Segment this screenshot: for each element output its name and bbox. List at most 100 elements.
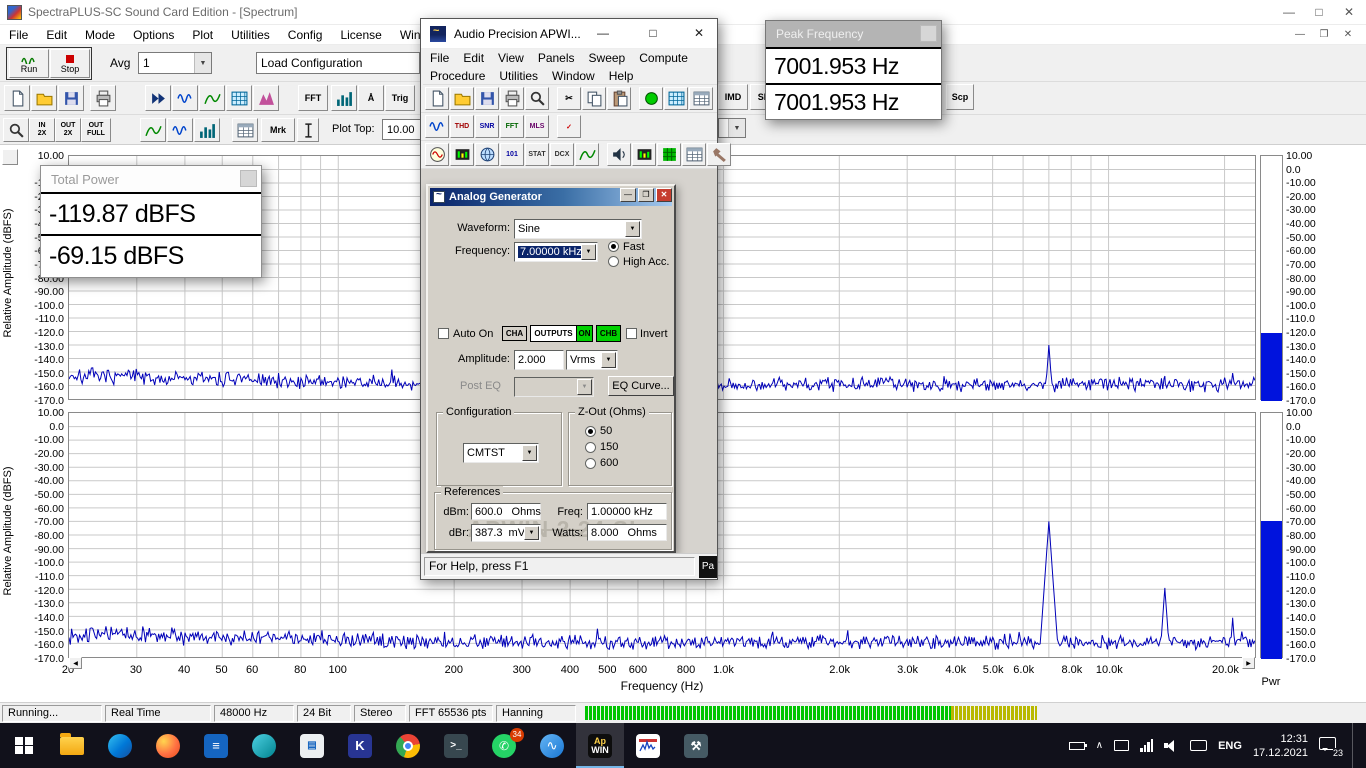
data-editor-button[interactable]: [682, 143, 706, 166]
spectrogram-view-button[interactable]: [226, 85, 252, 111]
octave-bars-view-button[interactable]: [331, 85, 357, 111]
time-series-view-button[interactable]: [172, 85, 198, 111]
cut-button[interactable]: ✂: [557, 87, 581, 110]
open-file-button[interactable]: [450, 87, 474, 110]
mls-panel-button[interactable]: MLS: [525, 115, 549, 138]
phase-view-button[interactable]: [199, 85, 225, 111]
ap-menu-procedure[interactable]: Procedure: [423, 69, 492, 83]
speaker-monitor-button[interactable]: [607, 143, 631, 166]
trigger-options-button[interactable]: Trig: [385, 85, 415, 111]
close-button[interactable]: ✕: [1334, 0, 1364, 25]
amplitude-input[interactable]: 2.000: [514, 350, 564, 370]
touch-keyboard-icon[interactable]: [1190, 740, 1207, 751]
run-test-button[interactable]: [639, 87, 663, 110]
display-mode-combo[interactable]: ▼: [718, 118, 746, 138]
ap-menu-compute[interactable]: Compute: [632, 51, 695, 65]
zoom-tool-button[interactable]: [3, 118, 29, 142]
taskbar-utility[interactable]: ⚒: [672, 723, 720, 768]
paste-button[interactable]: [607, 87, 631, 110]
child-restore-button[interactable]: ❐: [1312, 26, 1336, 44]
taskbar-chrome[interactable]: [384, 723, 432, 768]
ap-menu-window[interactable]: Window: [545, 69, 602, 83]
taskbar-app-k[interactable]: K: [336, 723, 384, 768]
taskbar-messaging[interactable]: ✆34: [480, 723, 528, 768]
new-file-button[interactable]: [4, 85, 30, 111]
status-panel-button[interactable]: STAT: [525, 143, 549, 166]
menu-file[interactable]: File: [0, 28, 37, 42]
taskbar-apwin[interactable]: ApWIN: [576, 723, 624, 768]
watts-input[interactable]: 8.000 Ohms: [587, 524, 667, 541]
menu-utilities[interactable]: Utilities: [222, 28, 279, 42]
generator-panel-button[interactable]: [425, 143, 449, 166]
taskbar-app-dark[interactable]: >_: [432, 723, 480, 768]
restore-button[interactable]: ❐: [638, 188, 654, 202]
print-preview-button[interactable]: [525, 87, 549, 110]
outputs-button[interactable]: OUTPUTS: [530, 325, 577, 342]
minimize-button[interactable]: —: [593, 26, 613, 40]
channel-b-button[interactable]: CHB: [596, 325, 621, 342]
show-desktop-button[interactable]: [1352, 723, 1358, 768]
invert-checkbox[interactable]: [626, 328, 637, 339]
taskbar-app-teal[interactable]: [240, 723, 288, 768]
save-file-button[interactable]: [58, 85, 84, 111]
waveform-combo[interactable]: Sine ▼: [514, 219, 642, 239]
scope-button[interactable]: Scp: [946, 84, 974, 110]
minimize-button[interactable]: —: [620, 188, 636, 202]
taskbar-app-blue[interactable]: ≡: [192, 723, 240, 768]
data-grid-button[interactable]: [657, 143, 681, 166]
maximize-button[interactable]: □: [1304, 0, 1334, 25]
ap-menu-edit[interactable]: Edit: [456, 51, 491, 65]
dbm-input[interactable]: 600.0 Ohms: [471, 503, 541, 520]
window-options-button[interactable]: [240, 170, 257, 187]
network-icon[interactable]: [1140, 739, 1153, 752]
new-file-button[interactable]: [425, 87, 449, 110]
sweep-check-button[interactable]: ✓: [557, 115, 581, 138]
menu-plot[interactable]: Plot: [183, 28, 222, 42]
ap-menu-help[interactable]: Help: [602, 69, 641, 83]
taskbar-backup-app[interactable]: ▤: [288, 723, 336, 768]
dbr-combo[interactable]: 387.3 mV ▼: [471, 524, 541, 542]
menu-mode[interactable]: Mode: [76, 28, 124, 42]
z-out-radio-150[interactable]: [585, 442, 596, 453]
sweep-panel-button[interactable]: [575, 143, 599, 166]
ap-menu-utilities[interactable]: Utilities: [492, 69, 545, 83]
frequency-combo[interactable]: 7.00000 kHz ▼: [514, 242, 598, 262]
ap-menu-panels[interactable]: Panels: [531, 51, 582, 65]
zoom-in-2x-button[interactable]: IN2X: [29, 118, 55, 142]
zoom-out-2x-button[interactable]: OUT2X: [55, 118, 81, 142]
settling-panel-button[interactable]: [475, 143, 499, 166]
menu-edit[interactable]: Edit: [37, 28, 76, 42]
run-button[interactable]: Run: [9, 49, 49, 78]
dcx-panel-button[interactable]: DCX: [550, 143, 574, 166]
ap-menu-sweep[interactable]: Sweep: [582, 51, 633, 65]
stop-button[interactable]: Stop: [50, 49, 90, 78]
total-power-title-bar[interactable]: Total Power: [41, 166, 261, 192]
fft-options-button[interactable]: FFT: [298, 85, 328, 111]
taskbar-spectraplus[interactable]: [624, 723, 672, 768]
cursor-tool-button[interactable]: [297, 118, 319, 142]
open-file-button[interactable]: [31, 85, 57, 111]
child-close-button[interactable]: ✕: [1336, 26, 1360, 44]
surface-view-button[interactable]: [253, 85, 279, 111]
snr-panel-button[interactable]: SNR: [475, 115, 499, 138]
peak-hold-curve-button[interactable]: [140, 118, 166, 142]
volume-icon[interactable]: [1164, 740, 1179, 752]
print-button[interactable]: [90, 85, 116, 111]
fft-panel-button[interactable]: FFT: [500, 115, 524, 138]
imd-button[interactable]: IMD: [718, 84, 748, 110]
analog-generator-panel-button[interactable]: [425, 115, 449, 138]
panel-grid-button[interactable]: [664, 87, 688, 110]
ap-menu-file[interactable]: File: [423, 51, 456, 65]
monitor-icon[interactable]: [1114, 740, 1129, 751]
print-button[interactable]: [500, 87, 524, 110]
close-button[interactable]: ✕: [689, 26, 709, 40]
copy-button[interactable]: [582, 87, 606, 110]
speed-radio-fast[interactable]: [608, 241, 619, 252]
thd-panel-button[interactable]: THD: [450, 115, 474, 138]
peak-frequency-title-bar[interactable]: Peak Frequency: [766, 21, 941, 47]
marker-tool-button[interactable]: Mrk: [261, 118, 295, 142]
zoom-out-full-button[interactable]: OUTFULL: [81, 118, 111, 142]
child-minimize-button[interactable]: —: [1288, 26, 1312, 44]
utilities-tools-button[interactable]: [707, 143, 731, 166]
menu-config[interactable]: Config: [279, 28, 332, 42]
